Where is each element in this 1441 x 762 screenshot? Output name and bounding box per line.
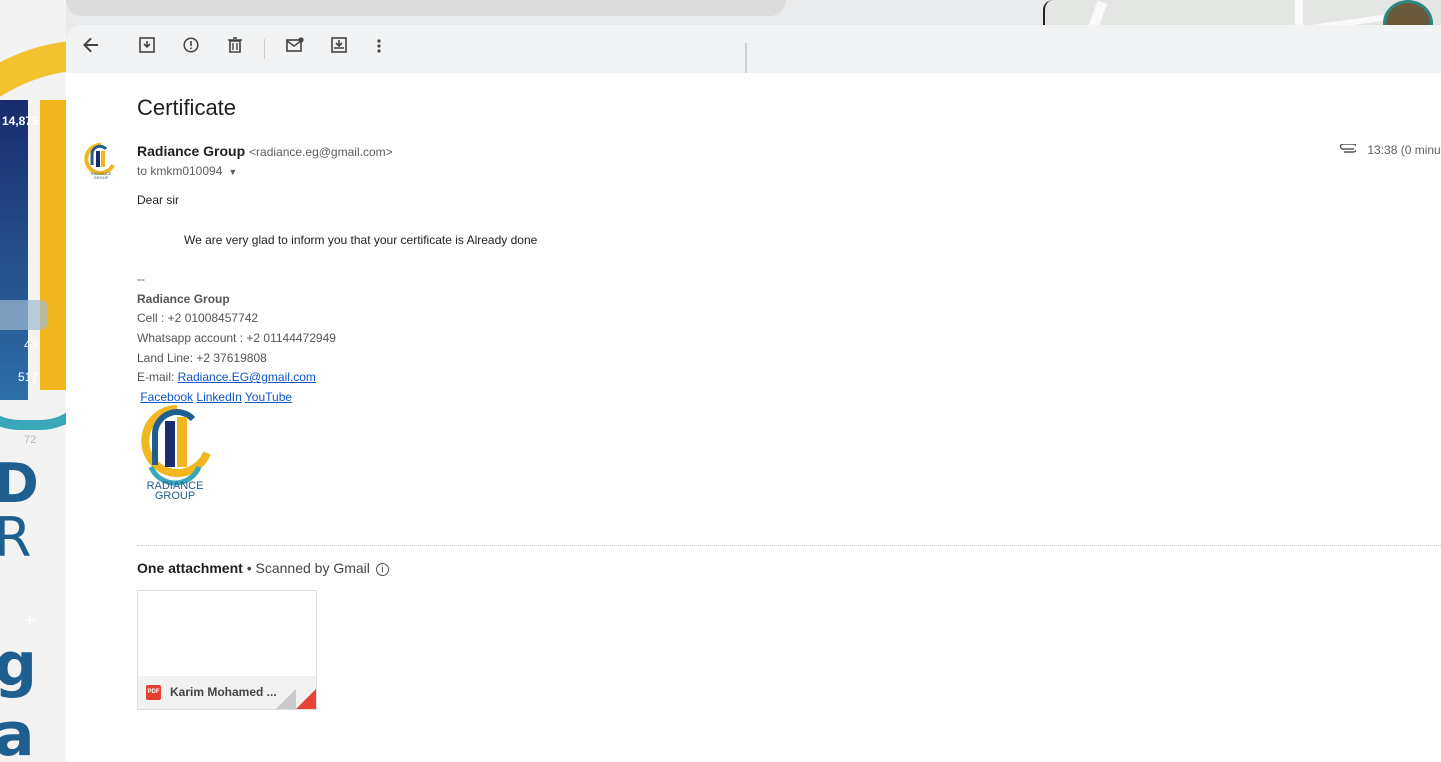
linkedin-link[interactable]: LinkedIn (196, 390, 241, 404)
back-icon[interactable] (79, 37, 103, 61)
toolbar-separator (264, 39, 265, 59)
recipient-text: to kmkm010094 (137, 164, 223, 178)
email-body: Dear sir We are very glad to inform you … (137, 191, 537, 407)
delete-icon[interactable] (223, 37, 247, 61)
logo-text-group: GROUP (155, 490, 195, 499)
page-fold-shadow (276, 689, 296, 709)
bg-letter: R (0, 506, 32, 569)
chevron-down-icon[interactable]: ▼ (228, 167, 237, 177)
more-icon[interactable] (367, 37, 391, 61)
attachments-divider (137, 545, 1441, 546)
bg-number: 72 (24, 434, 37, 446)
recipient-line[interactable]: to kmkm010094 ▼ (137, 164, 237, 178)
timestamp: 13:38 (0 minut (1367, 143, 1441, 157)
move-to-icon[interactable] (327, 37, 351, 61)
signature-email-line: E-mail: Radiance.EG@gmail.com (137, 368, 537, 388)
attachments-count: One attachment (137, 560, 243, 576)
signature: -- Radiance Group Cell : +2 01008457742 … (137, 270, 537, 407)
signature-email-label: E-mail: (137, 370, 178, 385)
signature-landline: Land Line: +2 37619808 (137, 350, 267, 365)
search-bar-ghost (66, 0, 786, 16)
youtube-link[interactable]: YouTube (245, 390, 292, 404)
attachment-clip-icon (1338, 143, 1359, 157)
attachment-filename[interactable]: Karim Mohamed ... (170, 685, 277, 699)
sender-name[interactable]: Radiance Group (137, 143, 245, 159)
signature-name: Radiance Group (137, 291, 230, 306)
facebook-link[interactable]: Facebook (140, 390, 193, 404)
bg-number: 43 (24, 338, 38, 352)
signature-separator: -- (137, 272, 145, 287)
info-icon[interactable]: i (375, 563, 389, 576)
email-panel: Certificate RADIANCE GROUP Radiance Grou… (66, 25, 1441, 762)
report-spam-icon[interactable] (179, 37, 203, 61)
attachment-card[interactable]: PDF Karim Mohamed ... (137, 590, 317, 710)
pdf-icon: PDF (146, 685, 161, 700)
archive-icon[interactable] (135, 37, 159, 61)
bg-number: 517 (18, 370, 39, 384)
signature-logo: RADIANCE GROUP (137, 403, 217, 502)
email-subject: Certificate (137, 95, 237, 120)
mark-unread-icon[interactable] (283, 37, 307, 61)
divider (745, 43, 747, 73)
attachment-footer: PDF Karim Mohamed ... (138, 676, 316, 709)
email-toolbar (66, 25, 1441, 73)
signature-whatsapp: Whatsapp account : +2 01144472949 (137, 330, 336, 345)
attachments-header: One attachment • Scanned by Gmail i (137, 560, 389, 576)
page-fold-icon (296, 689, 316, 709)
sender-line[interactable]: Radiance Group <radiance.eg@gmail.com> (137, 143, 393, 159)
sender-email: <radiance.eg@gmail.com> (249, 145, 393, 159)
svg-text:GROUP: GROUP (94, 175, 109, 179)
message-text: We are very glad to inform you that your… (184, 232, 538, 247)
signature-email-link[interactable]: Radiance.EG@gmail.com (178, 370, 316, 384)
bg-bar-light (0, 300, 48, 330)
signature-cell: Cell : +2 01008457742 (137, 311, 259, 326)
bg-number: 14,875 (2, 114, 39, 128)
bg-letter: g a (0, 630, 37, 762)
sender-avatar-logo[interactable]: RADIANCE GROUP (84, 142, 118, 180)
email-time: 13:38 (0 minut (1338, 143, 1441, 157)
greeting: Dear sir (137, 193, 180, 207)
scanned-label: • Scanned by Gmail (242, 560, 370, 576)
background-decoration: 14,875 43 517 72 D R + g a (0, 0, 66, 762)
